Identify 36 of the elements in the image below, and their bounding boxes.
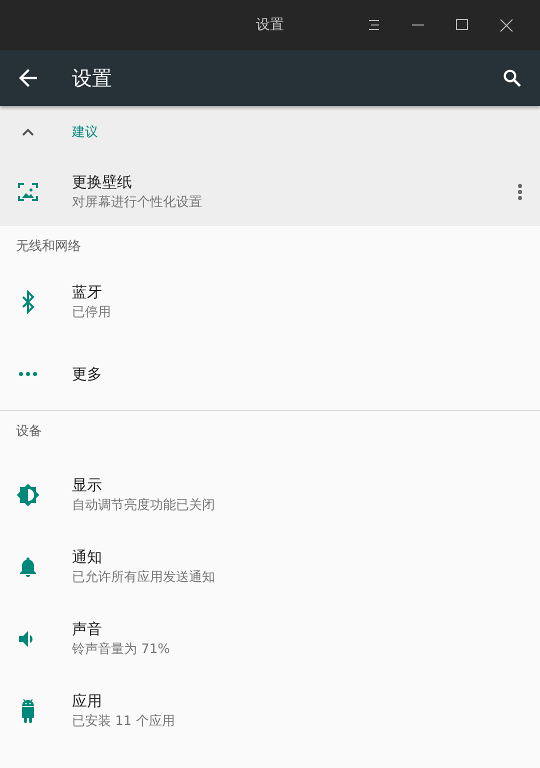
item-summary: 对屏幕进行个性化设置: [72, 194, 203, 212]
maximize-icon: [456, 19, 468, 31]
item-title: 声音: [72, 618, 103, 640]
settings-item[interactable]: 显示 自动调节亮度功能已关闭: [0, 459, 540, 531]
category-title: 无线和网络: [16, 238, 81, 255]
settings-item[interactable]: 声音 铃声音量为 71%: [0, 603, 540, 675]
app-bar-title: 设置: [72, 64, 113, 92]
item-summary: 已允许所有应用发送通知: [72, 568, 216, 586]
more-vert-icon: [518, 184, 522, 200]
settings-item[interactable]: 蓝牙 已停用: [0, 266, 540, 338]
item-summary: 自动调节亮度功能已关闭: [72, 496, 216, 514]
settings-item[interactable]: 应用 已安装 11 个应用: [0, 675, 540, 747]
item-summary: 铃声音量为 71%: [72, 640, 172, 658]
more-icon: [19, 371, 37, 377]
minimize-icon: [412, 24, 424, 26]
suggestions-title: 建议: [72, 124, 98, 141]
item-title: 更多: [72, 364, 103, 384]
back-arrow-icon: [19, 69, 37, 87]
suggestion-item[interactable]: 更换壁纸 对屏幕进行个性化设置: [0, 158, 540, 226]
item-summary: 已安装 11 个应用: [72, 712, 176, 730]
item-title: 应用: [72, 690, 103, 712]
settings-item[interactable]: 通知 已允许所有应用发送通知: [0, 531, 540, 603]
item-title: 通知: [72, 546, 103, 568]
item-title: 显示: [72, 474, 103, 496]
item-title: 更换壁纸: [72, 172, 133, 192]
menu-icon: [368, 19, 380, 31]
settings-item[interactable]: 更多: [0, 338, 540, 410]
item-title: 蓝牙: [72, 282, 103, 302]
brightness-icon: [16, 483, 40, 507]
wallpaper-icon: [16, 180, 40, 204]
item-summary: 已停用: [72, 304, 112, 322]
search-icon: [503, 69, 521, 87]
window-title: 设置: [256, 16, 285, 34]
category-title: 设备: [16, 423, 42, 440]
close-icon: [500, 18, 512, 32]
suggestions-header[interactable]: 建议: [0, 106, 540, 158]
